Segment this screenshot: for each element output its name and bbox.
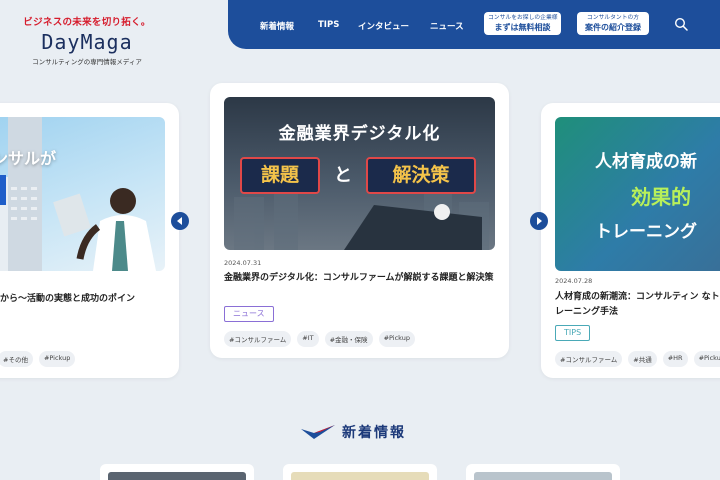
article-title[interactable]: から〜活動の実態と成功のポイン: [0, 292, 170, 307]
logo-subtitle: コンサルティングの専門情報メディア: [32, 58, 142, 66]
project-registration-button[interactable]: コンサルタントの方 案件の紹介登録: [577, 12, 649, 35]
section-title: 新着情報: [342, 425, 406, 441]
article-date: 2024.07.31: [224, 259, 262, 267]
latest-article-card[interactable]: [283, 464, 437, 480]
search-icon[interactable]: [674, 17, 688, 31]
article-tags: #その他 #Pickup: [0, 351, 76, 367]
nav-item-tips[interactable]: TIPS: [318, 20, 339, 30]
free-consultation-button[interactable]: コンサルをお探しの企業様 まずは無料相談: [484, 12, 561, 35]
tag[interactable]: #コンサルファーム: [555, 351, 623, 367]
chevron-left-icon: [177, 217, 182, 225]
tag[interactable]: #Pickup: [38, 351, 76, 367]
thumbnail-subline: トレーニング: [595, 222, 697, 242]
nav-item-news[interactable]: 新着情報: [260, 20, 294, 32]
article-date: 2024.07.28: [555, 277, 593, 285]
thumbnail-conjunction: と: [334, 165, 352, 186]
article-tags: #コンサルファーム #IT #金融・保険 #Pickup: [224, 331, 415, 347]
article-card-center[interactable]: 金融業界デジタル化 課題 と 解決策 2024.07.31 金融業界のデジタル化…: [210, 83, 509, 358]
article-thumbnail[interactable]: 金融業界デジタル化 課題 と 解決策: [224, 97, 495, 250]
tag[interactable]: #IT: [297, 331, 319, 347]
thumbnail-headline: 金融業界デジタル化: [278, 124, 441, 144]
carousel-next-button[interactable]: [530, 212, 548, 230]
thumbnail-caption: ンサルが: [0, 149, 57, 168]
main-nav: 新着情報 TIPS インタビュー ニュース コンサルをお探しの企業様 まずは無料…: [228, 0, 720, 49]
latest-article-card[interactable]: [100, 464, 254, 480]
thumbnail-box-issue: 課題: [240, 157, 320, 194]
latest-article-card[interactable]: [466, 464, 620, 480]
article-thumbnail[interactable]: [108, 472, 246, 480]
chevron-right-icon: [537, 217, 542, 225]
tag[interactable]: #その他: [0, 351, 33, 367]
tag[interactable]: #共通: [628, 351, 657, 367]
project-registration-label: 案件の紹介登録: [585, 23, 641, 32]
article-card-left[interactable]: ンサルが から〜活動の実態と成功のポイン #その他 #Pickup: [0, 103, 179, 378]
thumbnail-box-solution: 解決策: [366, 157, 476, 194]
article-title[interactable]: 人材育成の新潮流：コンサルティン なトレーニング手法: [555, 290, 720, 320]
tag[interactable]: #Pickup: [378, 331, 415, 347]
article-thumbnail[interactable]: ンサルが: [0, 117, 165, 271]
site-logo[interactable]: ビジネスの未来を切り拓く。 DayMaga コンサルティングの専門情報メディア: [22, 14, 152, 66]
building-photo: [0, 117, 156, 271]
tag[interactable]: #金融・保険: [324, 331, 373, 347]
logo-name: DayMaga: [41, 30, 133, 54]
article-thumbnail[interactable]: 人材育成の新 効果的 トレーニング: [555, 117, 720, 271]
category-badge-tips[interactable]: TIPS: [555, 325, 591, 341]
logo-tagline: ビジネスの未来を切り拓く。: [23, 17, 151, 28]
article-card-right[interactable]: 人材育成の新 効果的 トレーニング 2024.07.28 人材育成の新潮流：コン…: [541, 103, 720, 378]
checkmark-logo-icon: [301, 425, 335, 439]
tag[interactable]: #HR: [662, 351, 688, 367]
article-thumbnail[interactable]: [474, 472, 612, 480]
article-title[interactable]: 金融業界のデジタル化：コンサルファームが解説する課題と解決策: [224, 271, 496, 286]
project-registration-caption: コンサルタントの方: [586, 15, 640, 21]
free-consultation-caption: コンサルをお探しの企業様: [488, 15, 558, 21]
tag[interactable]: #コンサルファーム: [224, 331, 292, 347]
thumbnail-headline: 人材育成の新: [595, 152, 697, 172]
article-tags: #コンサルファーム #共通 #HR #Pickup: [555, 351, 720, 367]
section-heading: 新着情報: [300, 422, 406, 442]
thumbnail-highlight: 効果的: [631, 185, 691, 209]
nav-item-interview[interactable]: インタビュー: [358, 20, 409, 32]
nav-item-news-articles[interactable]: ニュース: [430, 20, 464, 32]
carousel-prev-button[interactable]: [171, 212, 189, 230]
tag[interactable]: #Pickup: [693, 351, 720, 367]
category-badge-news[interactable]: ニュース: [224, 306, 274, 322]
free-consultation-label: まずは無料相談: [494, 23, 551, 32]
article-thumbnail[interactable]: [291, 472, 429, 480]
